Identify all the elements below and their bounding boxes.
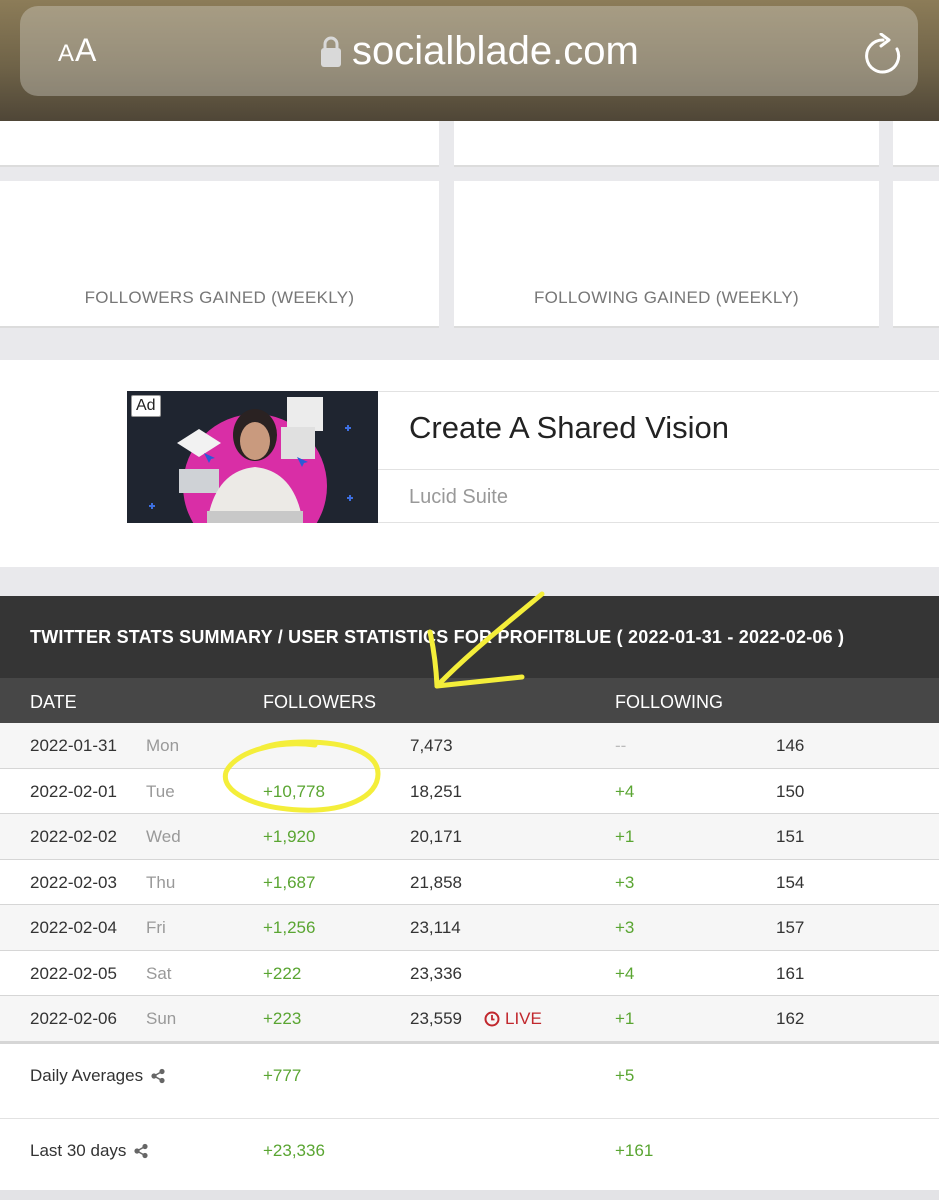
table-row: 2022-02-01 Tue +10,778 18,251 +4 150: [0, 768, 939, 814]
row-following-change: +1: [615, 1009, 635, 1028]
table-row: 2022-02-04 Fri +1,256 23,114 +3 157: [0, 905, 939, 951]
last-30-days-label: Last 30 days: [30, 1141, 149, 1161]
table-row: 2022-02-03 Thu +1,687 21,858 +3 154: [0, 859, 939, 905]
row-following-total: 146: [776, 736, 805, 755]
daily-followers: +777: [263, 1066, 302, 1085]
live-label: LIVE: [505, 1009, 542, 1028]
text-size-button[interactable]: AA: [58, 32, 97, 69]
followers-weekly-chart: FOLLOWERS GAINED (WEEKLY): [0, 181, 439, 328]
row-following-total: 154: [776, 872, 805, 892]
live-indicator: LIVE: [484, 1009, 542, 1029]
clock-icon: [484, 1011, 500, 1027]
row-followers-change: +223: [263, 1009, 302, 1028]
row-followers-change: +1,687: [263, 872, 316, 892]
row-following-total: 151: [776, 827, 805, 846]
row-followers-change: +222: [263, 963, 302, 983]
table-row: 2022-01-31 Mon 7,473 -- 146: [0, 723, 939, 769]
ad-image[interactable]: Ad: [127, 391, 378, 523]
row-following-change: +3: [615, 918, 635, 937]
row-date: 2022-02-06: [30, 1009, 117, 1028]
browser-address-bar: AA socialblade.com: [0, 0, 939, 121]
row-day: Thu: [146, 872, 176, 892]
share-icon[interactable]: [150, 1068, 166, 1084]
ad-illustration: [127, 391, 378, 523]
row-followers-total: 21,858: [410, 872, 462, 892]
row-date: 2022-02-03: [30, 872, 117, 892]
col-date: DATE: [30, 692, 77, 712]
share-icon[interactable]: [133, 1143, 149, 1159]
row-day: Sun: [146, 1009, 177, 1028]
chart-box-top-left: [0, 121, 439, 167]
row-day: Mon: [146, 736, 180, 755]
stats-summary-header: TWITTER STATS SUMMARY / USER STATISTICS …: [0, 596, 939, 678]
table-row: 2022-02-02 Wed +1,920 20,171 +1 151: [0, 814, 939, 860]
chart-box-right-partial: [893, 181, 939, 328]
url-display[interactable]: socialblade.com: [320, 26, 639, 76]
row-day: Tue: [146, 781, 175, 801]
row-following-change: --: [615, 736, 627, 755]
table-column-header: DATE FOLLOWERS FOLLOWING: [0, 678, 939, 723]
row-following-total: 161: [776, 963, 805, 983]
table-row: 2022-02-05 Sat +222 23,336 +4 161: [0, 950, 939, 996]
row-date: 2022-02-02: [30, 827, 117, 846]
daily-averages-row: Daily Averages +777 +5: [0, 1044, 939, 1118]
row-followers-change: +1,256: [263, 918, 316, 937]
row-followers-total: 20,171: [410, 827, 462, 846]
daily-following: +5: [615, 1066, 635, 1085]
row-day: Sat: [146, 963, 172, 983]
following-weekly-chart: FOLLOWING GAINED (WEEKLY): [454, 181, 879, 328]
row-followers-total: 23,559: [410, 1009, 462, 1028]
url-text: socialblade.com: [352, 28, 639, 73]
footer-band: [0, 1190, 939, 1200]
table-row: 2022-02-06 Sun +223 23,559 LIVE +1 162: [0, 996, 939, 1042]
row-following-change: +1: [615, 827, 635, 846]
row-following-change: +3: [615, 872, 635, 892]
row-followers-total: 7,473: [410, 736, 453, 755]
ad-badge: Ad: [131, 395, 161, 417]
stats-summary: Daily Averages +777 +5 Last 30 days +23,…: [0, 1042, 939, 1190]
row-followers-total: 18,251: [410, 781, 462, 801]
row-date: 2022-02-05: [30, 963, 117, 983]
row-following-change: +4: [615, 781, 635, 801]
stats-title: TWITTER STATS SUMMARY / USER STATISTICS …: [30, 627, 845, 647]
row-following-change: +4: [615, 963, 635, 983]
chart-box-top-middle: [454, 121, 879, 167]
row-day: Fri: [146, 918, 166, 937]
url-field[interactable]: AA socialblade.com: [20, 6, 918, 96]
ad-divider: [378, 469, 939, 470]
ad-section[interactable]: Ad Create A Shared Vision Lucid Suite: [0, 360, 939, 567]
row-date: 2022-01-31: [30, 736, 117, 755]
daily-averages-label: Daily Averages: [30, 1066, 166, 1086]
thirty-following: +161: [615, 1141, 654, 1160]
row-followers-total: 23,114: [410, 918, 461, 937]
reload-icon[interactable]: [862, 33, 904, 77]
row-day: Wed: [146, 827, 181, 846]
row-followers-change: +10,778: [263, 781, 325, 801]
chart-box-top-right: [893, 121, 939, 167]
row-following-total: 162: [776, 1009, 805, 1028]
ad-text-box[interactable]: Create A Shared Vision Lucid Suite: [378, 391, 939, 523]
ad-sponsor: Lucid Suite: [409, 486, 508, 508]
row-following-total: 157: [776, 918, 805, 937]
ad-headline[interactable]: Create A Shared Vision: [409, 410, 729, 446]
thirty-followers: +23,336: [263, 1141, 325, 1160]
followers-weekly-caption: FOLLOWERS GAINED (WEEKLY): [84, 288, 355, 307]
row-followers-total: 23,336: [410, 963, 462, 983]
col-followers: FOLLOWERS: [263, 692, 377, 712]
row-date: 2022-02-01: [30, 781, 117, 801]
last-30-days-row: Last 30 days +23,336 +161: [0, 1118, 939, 1192]
row-following-total: 150: [776, 781, 805, 801]
row-date: 2022-02-04: [30, 918, 117, 937]
lock-icon: [321, 36, 341, 67]
col-following: FOLLOWING: [615, 692, 724, 712]
stats-table-body: 2022-01-31 Mon 7,473 -- 146 2022-02-01 T…: [0, 723, 939, 1042]
following-weekly-caption: FOLLOWING GAINED (WEEKLY): [533, 288, 800, 307]
row-followers-change: +1,920: [263, 827, 316, 846]
